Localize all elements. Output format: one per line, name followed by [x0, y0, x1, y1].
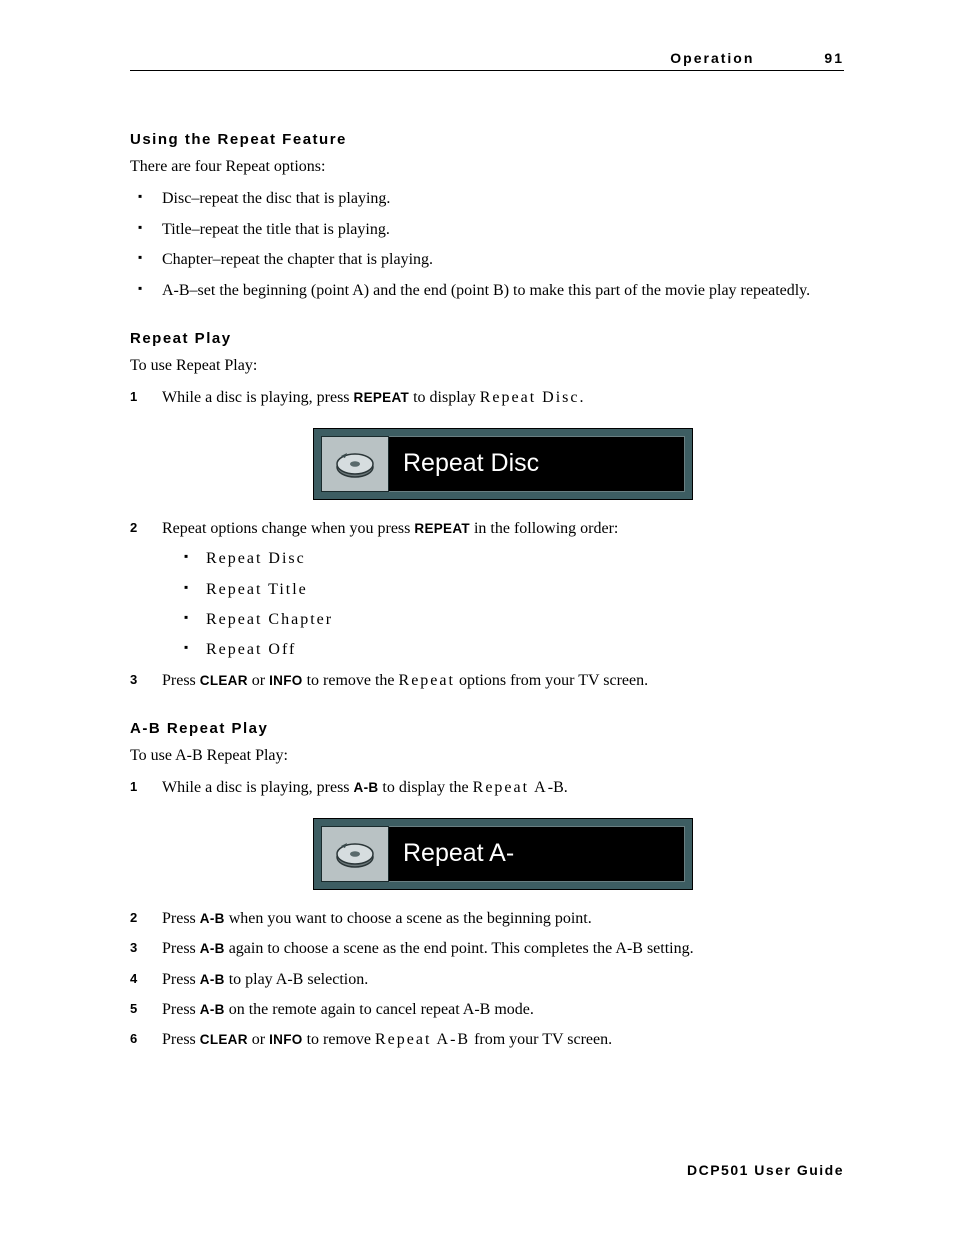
heading-ab-repeat: A-B Repeat Play — [130, 720, 844, 737]
page-header: Operation 91 — [130, 50, 844, 71]
repeat-order-list: Repeat Disc Repeat Title Repeat Chapter … — [180, 548, 844, 662]
key-repeat: REPEAT — [414, 521, 470, 536]
repeat-play-steps: While a disc is playing, press REPEAT to… — [130, 387, 844, 692]
key-info: INFO — [269, 673, 302, 688]
step-item: Press CLEAR or INFO to remove Repeat A-B… — [130, 1029, 844, 1051]
key-ab: A-B — [354, 780, 379, 795]
intro-ab-repeat: To use A-B Repeat Play: — [130, 745, 844, 767]
page-footer: DCP501 User Guide — [130, 1162, 844, 1178]
header-section: Operation — [670, 50, 754, 66]
step-item: Repeat options change when you press REP… — [130, 518, 844, 662]
key-clear: CLEAR — [200, 1032, 248, 1047]
step-item: While a disc is playing, press A-B to di… — [130, 777, 844, 889]
heading-using-repeat: Using the Repeat Feature — [130, 131, 844, 148]
disc-icon — [321, 436, 389, 492]
list-item: A-B–set the beginning (point A) and the … — [130, 280, 844, 302]
list-item: Title–repeat the title that is playing. — [130, 219, 844, 241]
list-item: Repeat Chapter — [180, 609, 844, 631]
repeat-options-list: Disc–repeat the disc that is playing. Ti… — [130, 188, 844, 302]
intro-using-repeat: There are four Repeat options: — [130, 156, 844, 178]
page: Operation 91 Using the Repeat Feature Th… — [0, 0, 954, 1228]
disc-icon — [321, 826, 389, 882]
osd-repeat-disc: Repeat Disc — [313, 428, 693, 500]
osd-text: Repeat A- — [389, 826, 685, 882]
key-ab: A-B — [200, 972, 225, 987]
list-item: Repeat Disc — [180, 548, 844, 570]
key-info: INFO — [269, 1032, 302, 1047]
heading-repeat-play: Repeat Play — [130, 330, 844, 347]
osd-text: Repeat Disc — [389, 436, 685, 492]
header-page-number: 91 — [824, 50, 844, 66]
osd-repeat-a: Repeat A- — [313, 818, 693, 890]
step-item: Press CLEAR or INFO to remove the Repeat… — [130, 670, 844, 692]
key-clear: CLEAR — [200, 673, 248, 688]
list-item: Disc–repeat the disc that is playing. — [130, 188, 844, 210]
list-item: Repeat Off — [180, 639, 844, 661]
ab-repeat-steps: While a disc is playing, press A-B to di… — [130, 777, 844, 1051]
intro-repeat-play: To use Repeat Play: — [130, 355, 844, 377]
step-item: Press A-B when you want to choose a scen… — [130, 908, 844, 930]
list-item: Chapter–repeat the chapter that is playi… — [130, 249, 844, 271]
list-item: Repeat Title — [180, 579, 844, 601]
key-ab: A-B — [200, 1002, 225, 1017]
key-ab: A-B — [200, 911, 225, 926]
step-item: Press A-B again to choose a scene as the… — [130, 938, 844, 960]
step-item: Press A-B on the remote again to cancel … — [130, 999, 844, 1021]
step-item: While a disc is playing, press REPEAT to… — [130, 387, 844, 499]
key-repeat: REPEAT — [354, 390, 410, 405]
key-ab: A-B — [200, 941, 225, 956]
step-item: Press A-B to play A-B selection. — [130, 969, 844, 991]
